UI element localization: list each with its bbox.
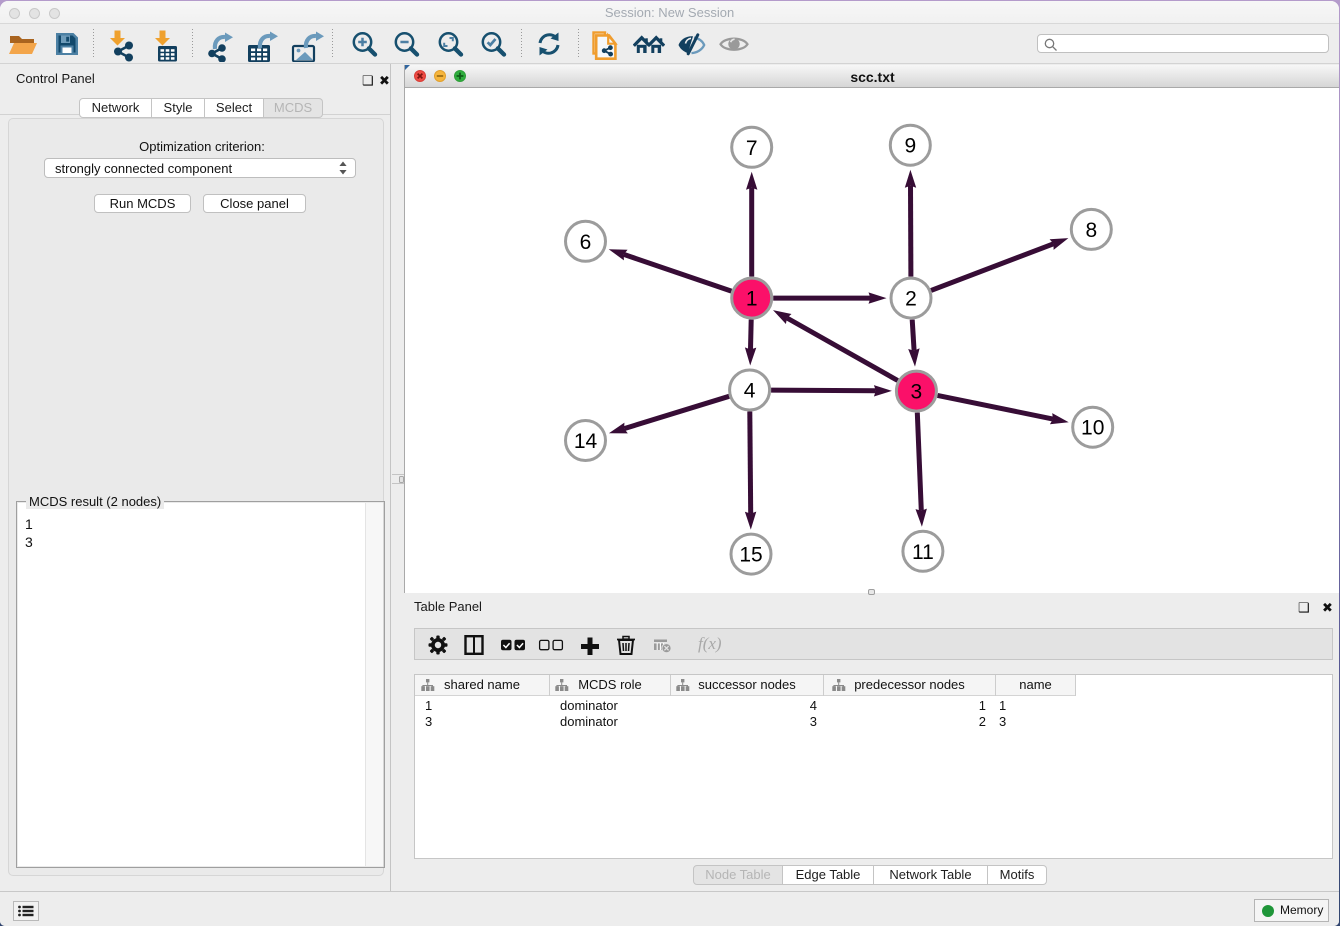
svg-text:9: 9 <box>904 135 916 158</box>
svg-text:6: 6 <box>580 231 592 254</box>
svg-text:7: 7 <box>746 137 758 160</box>
svg-text:2: 2 <box>905 288 917 311</box>
svg-text:11: 11 <box>912 541 934 564</box>
svg-text:10: 10 <box>1081 417 1104 440</box>
svg-text:4: 4 <box>744 380 756 403</box>
svg-text:3: 3 <box>911 381 923 404</box>
svg-text:15: 15 <box>739 544 762 567</box>
svg-text:8: 8 <box>1085 219 1097 242</box>
svg-text:1: 1 <box>746 288 758 311</box>
svg-text:14: 14 <box>574 430 598 453</box>
